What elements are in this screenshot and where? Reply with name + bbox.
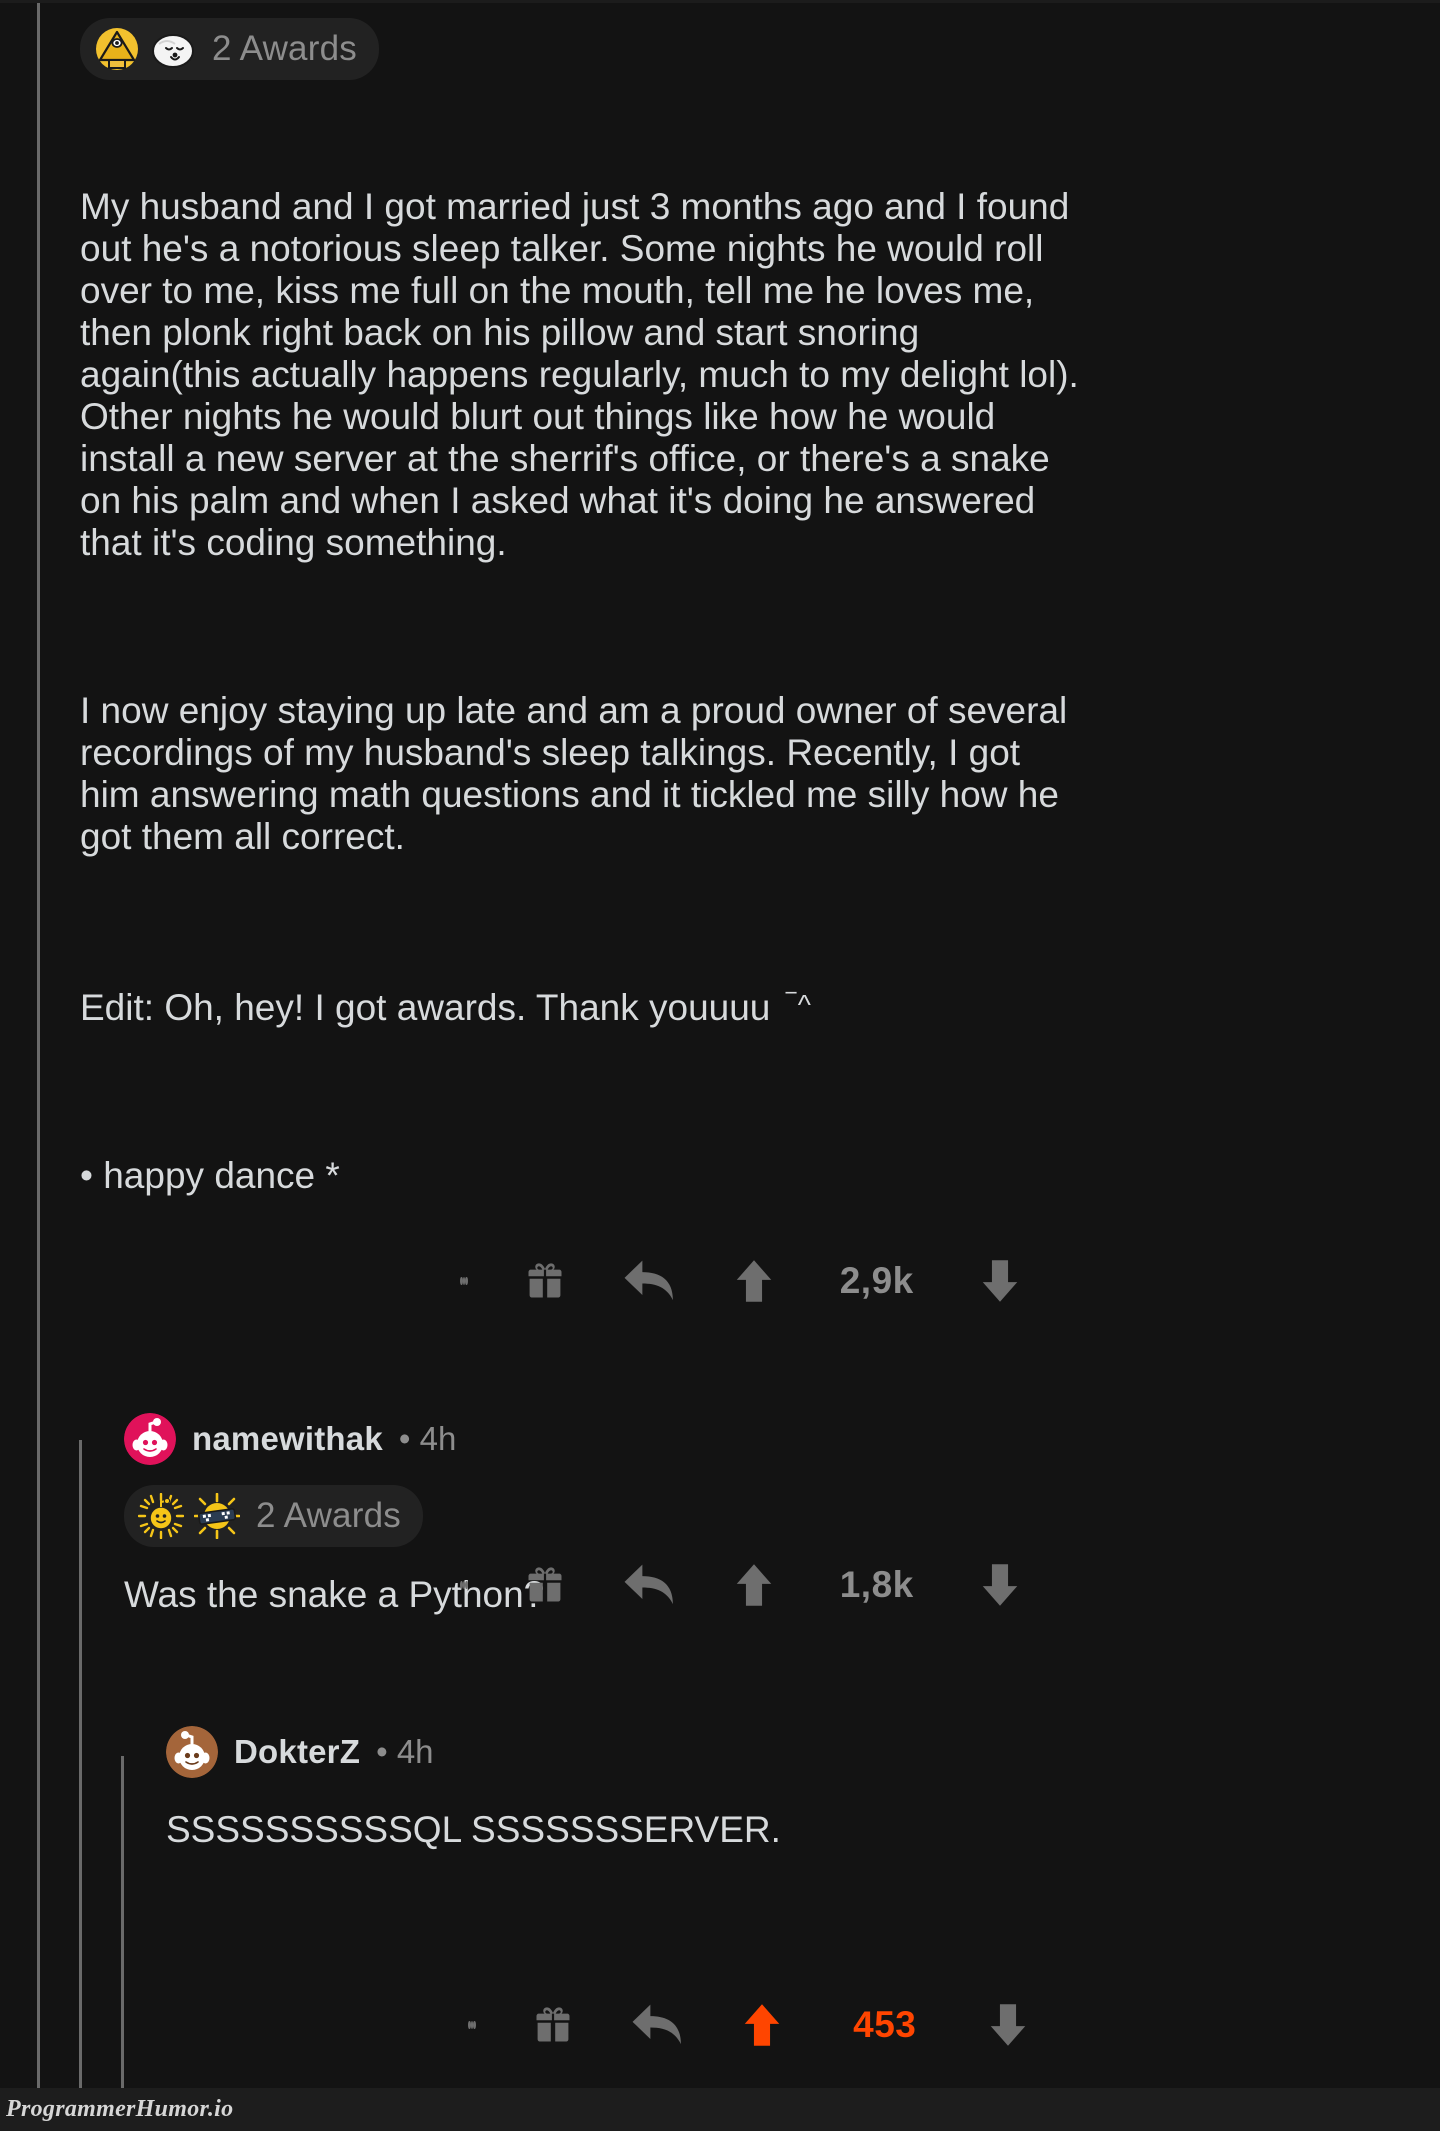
post-paragraph-4: • happy dance * bbox=[80, 1155, 340, 1196]
comment-dokterz: DokterZ • 4h SSSSSSSSSSQL SSSSSSSERVER. bbox=[166, 1726, 1066, 1852]
post-paragraph-1: My husband and I got married just 3 mont… bbox=[80, 186, 1090, 563]
sunglasses-sun-award-icon bbox=[193, 1492, 241, 1540]
illuminati-award-icon bbox=[94, 26, 140, 72]
post-paragraph-3: Edit: Oh, hey! I got awards. Thank youuu… bbox=[80, 984, 1080, 1029]
post-give-award-button[interactable] bbox=[523, 1259, 567, 1303]
post-edit-text: Edit: Oh, hey! I got awards. Thank youuu… bbox=[80, 987, 771, 1028]
comment-header: namewithak • 4h bbox=[124, 1413, 1044, 1465]
comment-author[interactable]: DokterZ bbox=[234, 1733, 360, 1771]
post-paragraph-2: I now enjoy staying up late and am a pro… bbox=[80, 690, 1078, 857]
comment-more-options-button[interactable] bbox=[460, 1576, 469, 1594]
watermark-text: ProgrammerHumor.io bbox=[6, 2096, 234, 2122]
comment-score: 1,8k bbox=[839, 1564, 914, 1605]
post-reply-button[interactable] bbox=[622, 1258, 678, 1304]
comment-timestamp: • 4h bbox=[398, 1420, 457, 1457]
comment-downvote-button[interactable] bbox=[980, 1562, 1020, 1608]
avatar[interactable] bbox=[166, 1726, 218, 1778]
post-score: 2,9k bbox=[839, 1260, 914, 1301]
gold-snoo-award-icon bbox=[137, 1492, 185, 1540]
post-awards-count: 2 Awards bbox=[212, 29, 357, 68]
comment-awards-count: 2 Awards bbox=[256, 1496, 401, 1535]
comment-awards-pill[interactable]: 2 Awards bbox=[124, 1485, 423, 1547]
comment-reply-button[interactable] bbox=[622, 1562, 678, 1608]
wholesome-seal-award-icon bbox=[150, 26, 196, 72]
comment-header: DokterZ • 4h bbox=[166, 1726, 1066, 1778]
post-body: My husband and I got married just 3 mont… bbox=[80, 102, 1080, 1281]
comment-upvote-button[interactable] bbox=[742, 2002, 782, 2048]
comment-action-bar-namewithak: 1,8k bbox=[460, 1552, 1020, 1618]
post-downvote-button[interactable] bbox=[980, 1258, 1020, 1304]
post-awards-pill[interactable]: 2 Awards bbox=[80, 18, 379, 80]
comment-timestamp: • 4h bbox=[376, 1733, 434, 1770]
comment-upvote-button[interactable] bbox=[734, 1562, 774, 1608]
thread-line-depth-1 bbox=[79, 1440, 82, 2131]
post-upvote-button[interactable] bbox=[734, 1258, 774, 1304]
comment-give-award-button[interactable] bbox=[523, 1563, 567, 1607]
avatar[interactable] bbox=[124, 1413, 176, 1465]
post-container: 2 Awards My husband and I got married ju… bbox=[80, 18, 1080, 1281]
comment-reply-button[interactable] bbox=[630, 2002, 686, 2048]
comment-action-bar-dokterz: 453 bbox=[468, 1992, 1028, 2058]
thread-line-depth-0 bbox=[37, 3, 40, 2131]
edit-emoticon: ‾^ bbox=[786, 989, 813, 1020]
post-action-bar: 2,9k bbox=[460, 1248, 1020, 1314]
comment-more-options-button[interactable] bbox=[468, 2016, 477, 2034]
post-more-options-button[interactable] bbox=[460, 1272, 469, 1290]
comment-author[interactable]: namewithak bbox=[192, 1420, 383, 1458]
comment-give-award-button[interactable] bbox=[531, 2003, 575, 2047]
comment-body: SSSSSSSSSSQL SSSSSSSERVER. bbox=[166, 1809, 781, 1850]
comment-downvote-button[interactable] bbox=[988, 2002, 1028, 2048]
top-divider bbox=[0, 0, 1440, 3]
comment-score: 453 bbox=[853, 2004, 917, 2045]
thread-line-depth-2 bbox=[121, 1756, 124, 2131]
